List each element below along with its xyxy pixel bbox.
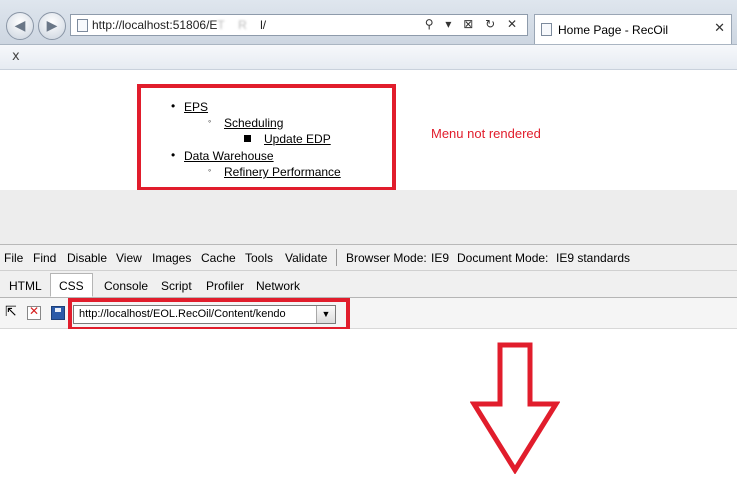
tab-script[interactable]: Script [161, 279, 192, 293]
menu-separator [336, 249, 337, 266]
css-pane [0, 329, 737, 488]
forward-arrow-icon: ▶ [46, 18, 58, 34]
clear-icon[interactable]: ✕ [27, 304, 41, 320]
tab-css[interactable]: CSS [50, 273, 93, 297]
tab-title: Home Page - RecOil [558, 22, 669, 37]
page-footer-area [0, 190, 737, 245]
browser-mode-value[interactable]: IE9 [431, 251, 449, 265]
tab-profiler[interactable]: Profiler [206, 279, 244, 293]
devtools-menu-bar: File Find Disable View Images Cache Tool… [0, 245, 737, 271]
browser-chrome: ◀ ▶ http://localhost:51806/ET R l/ ⚲ ▾ ⊠… [0, 0, 737, 45]
page-icon [77, 18, 88, 32]
command-bar: x [0, 45, 737, 70]
devtools-menu-file[interactable]: File [4, 251, 23, 265]
back-button[interactable]: ◀ [6, 12, 34, 40]
address-tools-icons[interactable]: ⚲ ▾ ⊠ ↻ ✕ [425, 17, 521, 31]
annotation-box-menu [137, 84, 396, 191]
devtools-menu-disable[interactable]: Disable [67, 251, 107, 265]
browser-tab[interactable]: Home Page - RecOil ✕ [534, 14, 732, 44]
devtools-menu-validate[interactable]: Validate [285, 251, 327, 265]
devtools-tabs: HTML CSS Console Script Profiler Network [0, 271, 737, 298]
close-bar-icon[interactable]: x [12, 49, 20, 64]
devtools-menu-cache[interactable]: Cache [201, 251, 236, 265]
address-text: http://localhost:51806/ET R l/ [92, 18, 267, 32]
browser-mode-label[interactable]: Browser Mode: [346, 251, 427, 265]
tab-html[interactable]: HTML [9, 279, 42, 293]
tab-console[interactable]: Console [104, 279, 148, 293]
annotation-arrow-down [470, 342, 560, 474]
annotation-box-stylesheet [68, 298, 350, 331]
devtools-menu-tools[interactable]: Tools [245, 251, 273, 265]
devtools-menu-find[interactable]: Find [33, 251, 56, 265]
tab-page-icon [541, 23, 552, 36]
devtools-menu-view[interactable]: View [116, 251, 142, 265]
close-tab-icon[interactable]: ✕ [714, 21, 725, 36]
save-icon[interactable] [51, 306, 65, 320]
back-arrow-icon: ◀ [14, 18, 26, 34]
devtools-menu-images[interactable]: Images [152, 251, 191, 265]
annotation-note: Menu not rendered [431, 126, 541, 141]
document-mode-label[interactable]: Document Mode: [457, 251, 548, 265]
select-element-icon[interactable]: ⇱ [5, 304, 17, 320]
address-bar[interactable]: http://localhost:51806/ET R l/ ⚲ ▾ ⊠ ↻ ✕ [70, 14, 528, 36]
tab-network[interactable]: Network [256, 279, 300, 293]
forward-button[interactable]: ▶ [38, 12, 66, 40]
document-mode-value[interactable]: IE9 standards [556, 251, 630, 265]
